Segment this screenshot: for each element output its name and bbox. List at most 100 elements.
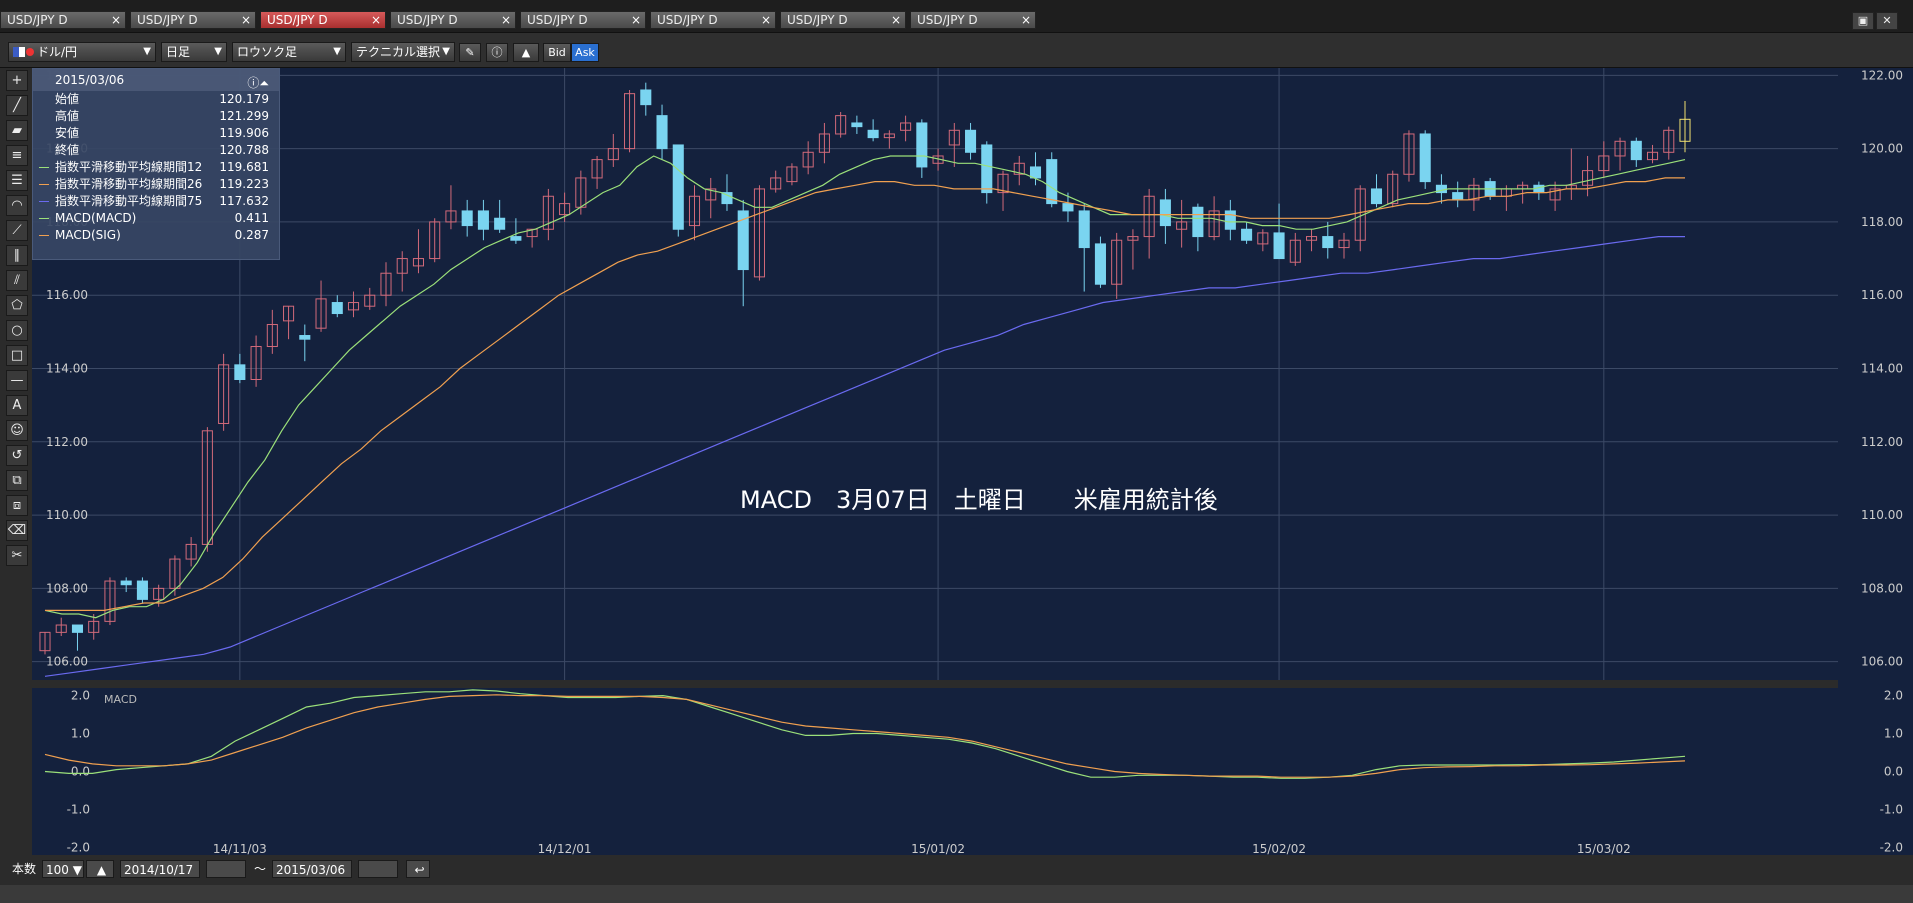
info-date: 2015/03/06: [55, 73, 125, 87]
candle-body: [1452, 192, 1464, 201]
candle-body: [461, 210, 473, 227]
price-tick-right: 116.00: [1861, 288, 1903, 302]
info-value: 119.223: [219, 177, 269, 191]
info-label: 指数平滑移動平均線期間12: [55, 160, 203, 174]
time-tick-label: 15/02/02: [1252, 842, 1306, 856]
candle-body: [1322, 236, 1334, 249]
info-value: 119.681: [219, 160, 269, 174]
series-swatch: [39, 201, 49, 202]
info-row: 指数平滑移動平均線期間12 119.681: [33, 159, 279, 176]
series-swatch: [39, 218, 49, 219]
candle-body: [672, 144, 684, 230]
reload-icon[interactable]: ↩: [406, 860, 430, 878]
count-up-button[interactable]: ▲: [86, 860, 114, 878]
candle-body: [494, 217, 506, 230]
price-tick-right: 112.00: [1861, 435, 1903, 449]
info-value: 117.632: [219, 194, 269, 208]
candle-body: [1419, 133, 1431, 183]
info-row: 始値 120.179: [33, 91, 279, 108]
candle-body: [510, 236, 522, 241]
candle-body: [1029, 166, 1042, 179]
candle-body: [1062, 203, 1074, 212]
macd-tick-left: 0.0: [71, 765, 90, 779]
info-row: 終値 120.788: [33, 142, 279, 159]
candle-body: [299, 335, 311, 340]
macd-tick-right: 1.0: [1884, 727, 1903, 741]
candle-body: [120, 580, 132, 586]
candle-body: [234, 364, 246, 380]
info-row: 指数平滑移動平均線期間26 119.223: [33, 176, 279, 193]
macd-tick-left: 1.0: [71, 727, 90, 741]
candle-body: [1192, 206, 1204, 238]
macd-panel: [32, 688, 1838, 855]
info-label: 終値: [55, 143, 80, 157]
series-swatch: [39, 167, 49, 168]
candle-body: [1370, 188, 1383, 205]
time-tick-label: 15/03/02: [1577, 842, 1631, 856]
info-label: 指数平滑移動平均線期間26: [55, 177, 203, 191]
from-time-field[interactable]: [206, 860, 246, 878]
time-tick-label: 15/01/02: [911, 842, 965, 856]
price-tick-left: 114.00: [46, 362, 88, 376]
range-tilde: 〜: [254, 862, 267, 876]
price-tick-left: 116.00: [46, 288, 88, 302]
price-tick-left: 110.00: [46, 508, 88, 522]
candle-body: [867, 129, 879, 139]
macd-tick-left: -1.0: [67, 802, 90, 816]
to-time-field[interactable]: [358, 860, 398, 878]
footer: [0, 885, 1913, 903]
candle-body: [851, 122, 863, 128]
info-value: 0.411: [234, 211, 269, 225]
info-row: 指数平滑移動平均線期間75 117.632: [33, 193, 279, 210]
series-swatch: [39, 184, 49, 185]
info-value: 120.788: [219, 143, 269, 157]
count-label: 本数: [12, 862, 37, 876]
info-row: MACD(SIG) 0.287: [33, 227, 279, 244]
candle-body: [331, 302, 343, 315]
info-label: 始値: [55, 92, 80, 106]
price-tick-right: 110.00: [1861, 508, 1903, 522]
info-label: MACD(SIG): [55, 228, 121, 242]
candle-body: [981, 144, 993, 194]
time-tick-label: 14/11/03: [213, 842, 267, 856]
candle-body: [1094, 243, 1106, 285]
candle-body: [721, 192, 733, 205]
time-tick-label: 14/12/01: [538, 842, 592, 856]
info-label: MACD(MACD): [55, 211, 137, 225]
count-value: 100: [46, 863, 69, 877]
macd-tick-left: -2.0: [67, 840, 90, 854]
info-row: MACD(MACD) 0.411: [33, 210, 279, 227]
candle-body: [640, 89, 652, 106]
info-row: 安値 119.906: [33, 125, 279, 142]
range-bar: 本数 100 ▼ ▲ 2014/10/17 〜 2015/03/06 ↩: [0, 857, 1913, 883]
candle-body: [477, 210, 489, 230]
price-tick-right: 114.00: [1861, 362, 1903, 376]
macd-tick-left: 2.0: [71, 689, 90, 703]
info-label: 指数平滑移動平均線期間75: [55, 194, 203, 208]
price-tick-left: 108.00: [46, 581, 88, 595]
info-value: 121.299: [219, 109, 269, 123]
candle-body: [1224, 210, 1236, 230]
macd-panel-label: MACD: [104, 693, 137, 706]
candle-body: [965, 129, 977, 153]
info-label: 安値: [55, 126, 80, 140]
price-tick-right: 106.00: [1861, 655, 1903, 669]
to-date-field[interactable]: 2015/03/06: [272, 860, 352, 878]
macd-tick-right: -2.0: [1880, 840, 1903, 854]
price-tick-right: 118.00: [1861, 215, 1903, 229]
count-field[interactable]: 100 ▼: [42, 860, 84, 878]
candle-body: [1273, 232, 1285, 260]
chart-area[interactable]: 122.00122.00120.00120.00118.00118.00116.…: [0, 0, 1913, 860]
from-date-field[interactable]: 2014/10/17: [120, 860, 200, 878]
candle-body: [71, 624, 84, 633]
series-swatch: [39, 235, 49, 236]
price-tick-left: 106.00: [46, 655, 88, 669]
candle-body: [1630, 140, 1642, 161]
info-value: 120.179: [219, 92, 269, 106]
candle-body: [656, 115, 668, 150]
info-value: 0.287: [234, 228, 269, 242]
ohlc-info-panel: 2015/03/06 ⓘ⏶ 始値 120.179 高値 121.299 安値 119.906…: [32, 68, 280, 260]
chevron-down-icon: ▼: [72, 863, 82, 877]
info-row: 高値 121.299: [33, 108, 279, 125]
candle-body: [1241, 228, 1253, 241]
